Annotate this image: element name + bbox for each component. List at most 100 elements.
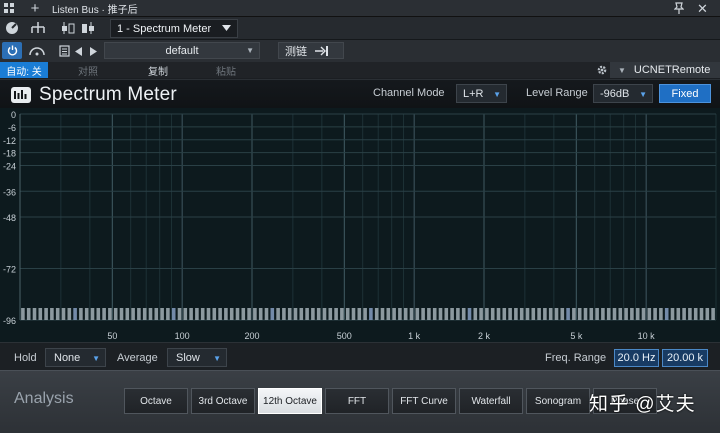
spectrum-band	[44, 308, 48, 320]
automation-toggle[interactable]: 自动: 关	[0, 62, 48, 78]
average-select[interactable]: Slow ▼	[167, 348, 227, 367]
skip-icon	[315, 45, 328, 56]
spectrum-band	[61, 308, 66, 320]
tab-12th-octave[interactable]: 12th Octave	[258, 388, 322, 414]
insert-right-icon[interactable]	[78, 19, 98, 37]
spectrum-band	[67, 308, 72, 320]
spectrum-band	[50, 308, 54, 320]
x-tick-label: 50	[107, 331, 117, 341]
window-titlebar: + Listen Bus · 推子后 ✕	[0, 0, 720, 17]
paste-button[interactable]: 粘贴	[200, 62, 252, 78]
spectrum-band	[519, 308, 524, 320]
freq-low-input[interactable]: 20.0 Hz	[614, 349, 659, 367]
x-tick-label: 200	[244, 331, 259, 341]
chevron-down-icon: ▼	[639, 90, 647, 99]
tab-3rd-octave[interactable]: 3rd Octave	[191, 388, 255, 414]
spectrum-band	[73, 308, 77, 320]
spectrum-band	[531, 308, 536, 320]
analysis-bar: Analysis Octave 3rd Octave 12th Octave F…	[0, 370, 720, 433]
watermark-text: 知乎 @艾夫	[589, 394, 696, 415]
spectrum-band	[351, 308, 356, 320]
copy-button[interactable]: 复制	[130, 62, 186, 78]
compare-chain-button[interactable]: 测链	[278, 42, 344, 59]
tab-fft-curve[interactable]: FFT Curve	[392, 388, 456, 414]
hold-select[interactable]: None ▼	[45, 348, 106, 367]
spectrum-band	[461, 308, 466, 320]
spectrum-band	[21, 308, 25, 320]
plugin-selector-label: 1 - Spectrum Meter	[117, 22, 212, 35]
tab-label: FFT Curve	[400, 395, 448, 407]
tab-fft[interactable]: FFT	[325, 388, 389, 414]
y-tick-label: -48	[3, 213, 16, 223]
tab-octave[interactable]: Octave	[124, 388, 188, 414]
routing-icon[interactable]	[28, 19, 48, 37]
hold-value: None	[54, 351, 81, 364]
spectrum-band	[200, 308, 205, 320]
spectrum-band	[398, 308, 402, 320]
preset-selector[interactable]: default ▼	[104, 42, 260, 59]
spectrum-band	[566, 308, 570, 320]
chevron-down-icon: ▼	[92, 354, 100, 363]
chevron-down-icon	[222, 25, 231, 31]
spectrum-band	[160, 308, 164, 320]
spectrum-band	[601, 308, 605, 320]
spectrum-band	[212, 308, 217, 320]
spectrum-band	[137, 308, 141, 320]
plugin-toolbar: 1 - Spectrum Meter	[0, 17, 720, 40]
spectrum-chart: 0 -6 -12 -18 -24 -36 -48 -72 -96 50 100 200 500 1 k 2 …	[0, 108, 720, 342]
spectrum-band	[258, 308, 263, 320]
level-range-value: -96dB	[600, 87, 630, 100]
tab-label: 12th Octave	[263, 395, 317, 407]
spectrum-band	[473, 308, 478, 320]
spectrum-band	[589, 308, 594, 320]
plugin-selector[interactable]: 1 - Spectrum Meter	[110, 19, 238, 38]
spectrum-band	[572, 308, 576, 320]
spectrum-band	[583, 308, 588, 320]
pin-icon[interactable]	[674, 2, 684, 14]
bypass-icon[interactable]	[27, 42, 47, 60]
spectrum-band	[711, 308, 715, 320]
spectrum-band	[195, 308, 199, 320]
remote-selector[interactable]: ▼ UCNETRemote	[610, 62, 720, 78]
tab-waterfall[interactable]: Waterfall	[459, 388, 523, 414]
freq-high-input[interactable]: 20.00 k	[662, 349, 708, 367]
spectrum-band	[113, 308, 118, 320]
monitor-icon[interactable]	[2, 19, 22, 37]
chevron-down-icon: ▼	[618, 65, 626, 75]
freq-range-label: Freq. Range	[545, 352, 607, 364]
tab-label: 3rd Octave	[198, 395, 248, 407]
fixed-button[interactable]: Fixed	[659, 84, 711, 103]
next-preset-icon[interactable]	[86, 42, 100, 60]
window-title: Listen Bus · 推子后	[52, 4, 138, 16]
insert-left-icon[interactable]	[58, 19, 78, 37]
spectrum-band	[282, 308, 286, 320]
spectrum-band	[148, 308, 153, 320]
spectrum-band	[554, 308, 559, 320]
y-tick-label: -36	[3, 187, 16, 197]
average-label: Average	[117, 352, 158, 364]
spectrum-graph[interactable]: 0 -6 -12 -18 -24 -36 -48 -72 -96 50 100 200 500 1 k 2 …	[0, 108, 720, 342]
plot-background	[0, 108, 720, 342]
spectrum-band	[26, 308, 31, 320]
chevron-down-icon: ▼	[246, 46, 254, 55]
power-button[interactable]	[2, 42, 22, 59]
spectrum-band	[444, 308, 449, 320]
spectrum-band	[328, 308, 333, 320]
grid-icon[interactable]	[0, 2, 18, 14]
add-icon[interactable]: +	[24, 0, 46, 17]
spectrum-band	[635, 308, 640, 320]
x-tick-label: 2 k	[478, 331, 491, 341]
tab-label: Sonogram	[534, 395, 582, 407]
prev-preset-icon[interactable]	[71, 42, 85, 60]
channel-mode-select[interactable]: L+R ▼	[456, 84, 507, 103]
level-range-select[interactable]: -96dB ▼	[593, 84, 653, 103]
compare-button[interactable]: 对照	[62, 62, 114, 78]
spectrum-band	[270, 308, 275, 320]
spectrum-band	[606, 308, 611, 320]
spectrum-band	[670, 308, 675, 320]
gear-icon[interactable]	[594, 62, 610, 78]
spectrum-band	[32, 308, 37, 320]
close-icon[interactable]: ✕	[697, 1, 708, 17]
x-tick-label: 500	[337, 331, 352, 341]
tab-sonogram[interactable]: Sonogram	[526, 388, 590, 414]
